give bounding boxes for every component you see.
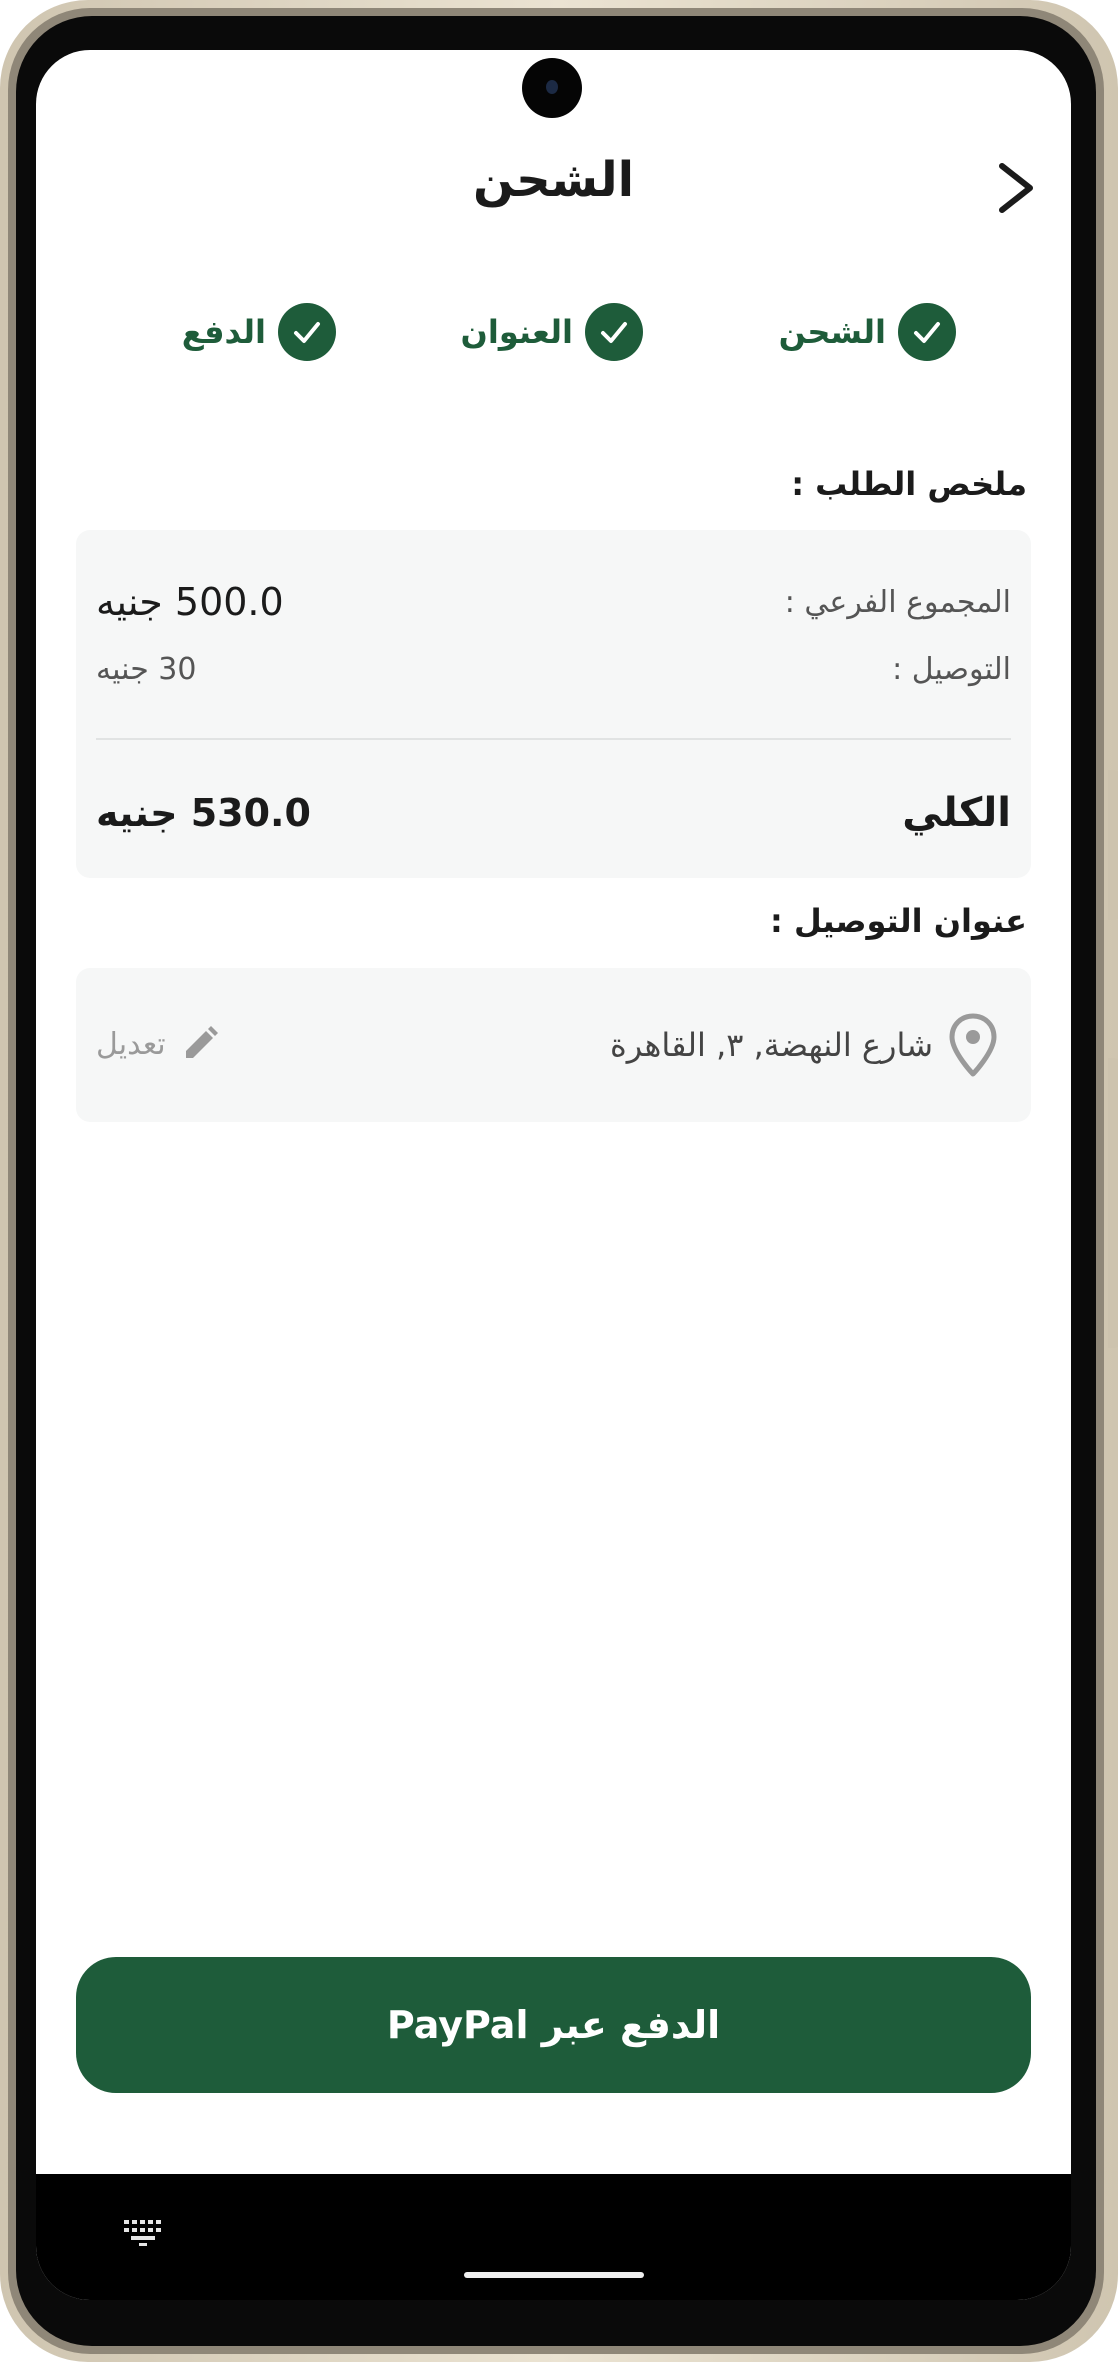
address-info: شارع النهضة, ٣, القاهرة <box>610 1012 999 1078</box>
check-icon <box>278 303 336 361</box>
chevron-right-icon <box>999 163 1033 213</box>
check-icon <box>898 303 956 361</box>
subtotal-value: 500.0 جنيه <box>96 580 284 624</box>
edit-label: تعديل <box>96 1026 166 1062</box>
home-indicator[interactable] <box>464 2272 644 2278</box>
keyboard-icon[interactable] <box>122 2218 166 2248</box>
step-shipping: الشحن <box>779 302 956 362</box>
delivery-address-title: عنوان التوصيل : <box>770 902 1027 940</box>
step-label: الدفع <box>181 313 266 351</box>
system-navigation-bar <box>36 2174 1071 2300</box>
delivery-row: 30 جنيه التوصيل : <box>96 652 1011 687</box>
delivery-address-card: شارع النهضة, ٣, القاهرة تعديل <box>76 968 1031 1122</box>
front-camera <box>522 58 582 118</box>
delivery-label: التوصيل : <box>892 652 1011 687</box>
volume-button <box>1108 770 1118 920</box>
step-address: العنوان <box>461 302 643 362</box>
back-button[interactable] <box>990 158 1046 218</box>
step-payment: الدفع <box>182 302 336 362</box>
edit-address-button[interactable]: تعديل <box>96 1024 220 1064</box>
subtotal-row: 500.0 جنيه المجموع الفرعي : <box>96 580 1011 624</box>
checkout-stepper: الشحن العنوان الدفع <box>36 302 1071 372</box>
total-row: 530.0 جنيه الكلي <box>96 790 1011 836</box>
phone-frame: الشحن الشحن العنوان الدفع ملخص الطلب: 5… <box>0 0 1118 2362</box>
power-button <box>1108 1058 1118 1348</box>
pay-with-paypal-button[interactable]: الدفع عبر PayPal <box>76 1957 1031 2093</box>
check-icon <box>585 303 643 361</box>
delivery-value: 30 جنيه <box>96 652 197 687</box>
pencil-icon <box>185 1026 218 1058</box>
step-label: الشحن <box>778 313 886 351</box>
total-label: الكلي <box>902 790 1011 836</box>
total-value: 530.0 جنيه <box>96 791 311 835</box>
step-label: العنوان <box>460 313 573 351</box>
page-title: الشحن <box>472 152 635 208</box>
divider <box>96 738 1011 740</box>
address-text: شارع النهضة, ٣, القاهرة <box>610 1026 933 1064</box>
subtotal-label: المجموع الفرعي : <box>784 584 1011 620</box>
app-screen: الشحن الشحن العنوان الدفع ملخص الطلب: 5… <box>36 50 1071 2300</box>
order-summary-card: 500.0 جنيه المجموع الفرعي : 30 جنيه التو… <box>76 530 1031 878</box>
order-summary-title: ملخص الطلب : <box>791 465 1027 503</box>
location-pin-icon <box>949 1013 997 1077</box>
